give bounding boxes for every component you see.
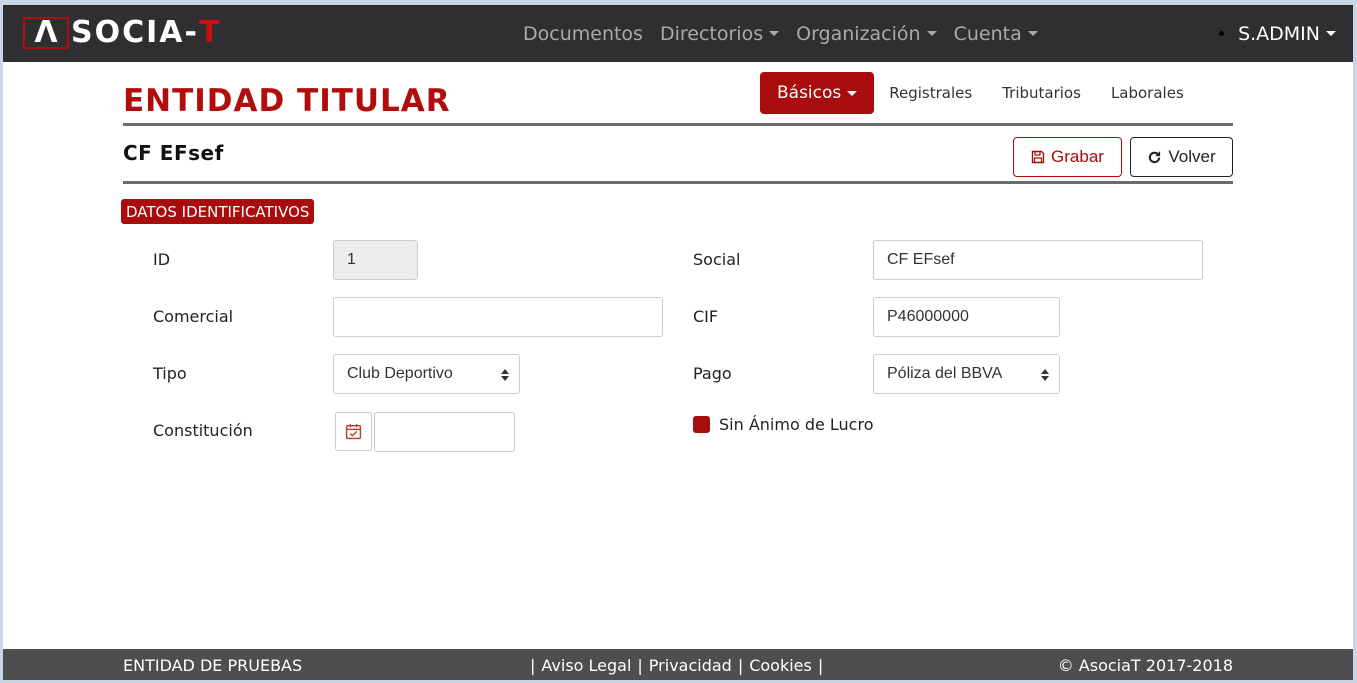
nav-organizacion-label: Organización [796, 22, 921, 45]
footer-entity: ENTIDAD DE PRUEBAS [123, 656, 303, 675]
save-button-label: Grabar [1051, 147, 1104, 166]
floppy-disk-icon [1031, 150, 1045, 164]
logo-mark: Λ [23, 17, 69, 49]
cif-input[interactable]: P46000000 [873, 297, 1060, 337]
footer-separator: | [637, 656, 643, 675]
tab-basicos-label: Básicos [777, 83, 842, 103]
social-input[interactable]: CF EFsef [873, 240, 1203, 280]
select-arrows-icon [501, 368, 509, 382]
constitucion-date-input[interactable] [374, 412, 515, 452]
calendar-icon [345, 424, 362, 440]
id-label: ID [153, 250, 171, 269]
constitucion-label: Constitución [153, 421, 253, 440]
app-logo[interactable]: Λ SOCIA- T [23, 17, 219, 49]
logo-text: SOCIA- [71, 15, 199, 50]
tipo-value: Club Deportivo [347, 365, 453, 382]
tab-registrales-label: Registrales [889, 84, 973, 102]
entity-name: CF EFsef [123, 141, 224, 165]
nav-organizacion[interactable]: Organización [796, 22, 937, 45]
calendar-button[interactable] [335, 412, 372, 451]
link-privacidad[interactable]: Privacidad [649, 656, 732, 675]
tab-tributarios-label: Tributarios [1002, 84, 1081, 102]
caret-down-icon [1027, 31, 1038, 36]
id-value: 1 [347, 251, 356, 268]
nav-cuenta[interactable]: Cuenta [954, 23, 1038, 45]
user-name: S.ADMIN [1238, 22, 1320, 45]
pago-select[interactable]: Póliza del BBVA [873, 354, 1060, 394]
caret-down-icon [769, 31, 780, 36]
pago-label: Pago [693, 364, 732, 383]
comercial-label: Comercial [153, 307, 234, 326]
user-menu[interactable]: S.ADMIN [1219, 5, 1336, 62]
section-tabs: Básicos Registrales Tributarios Laborale… [760, 72, 1199, 114]
social-label: Social [693, 250, 741, 269]
nav-documentos[interactable]: Documentos [523, 23, 643, 45]
back-button[interactable]: Volver [1130, 137, 1233, 177]
toolbar-divider [123, 181, 1233, 184]
footer-separator: | [817, 656, 824, 675]
nav-cuenta-label: Cuenta [953, 22, 1022, 45]
footer: ENTIDAD DE PRUEBAS | Aviso Legal | Priva… [3, 649, 1353, 680]
footer-copyright: © AsociaT 2017-2018 [1057, 656, 1233, 675]
nav-documentos-label: Documentos [523, 22, 643, 45]
tipo-select[interactable]: Club Deportivo [333, 354, 520, 394]
sin-animo-checkbox[interactable] [693, 416, 710, 433]
select-arrows-icon [1041, 368, 1049, 382]
back-button-label: Volver [1168, 147, 1216, 166]
id-field: 1 [333, 240, 418, 280]
tab-tributarios[interactable]: Tributarios [987, 72, 1096, 114]
cif-value: P46000000 [887, 308, 969, 325]
caret-down-icon [847, 90, 858, 96]
section-badge: DATOS IDENTIFICATIVOS [121, 199, 315, 224]
tab-laborales[interactable]: Laborales [1096, 72, 1199, 114]
tab-laborales-label: Laborales [1110, 84, 1184, 102]
footer-separator: | [530, 656, 536, 675]
comercial-input[interactable] [333, 297, 663, 337]
cif-label: CIF [693, 307, 719, 326]
logo-t: T [198, 15, 220, 50]
link-aviso-legal[interactable]: Aviso Legal [541, 656, 631, 675]
footer-links: | Aviso Legal | Privacidad | Cookies | [530, 656, 823, 675]
status-dot-icon [1219, 31, 1225, 36]
top-navbar: Λ SOCIA- T Documentos Directorios Organi… [3, 5, 1353, 62]
tab-registrales[interactable]: Registrales [874, 72, 987, 114]
footer-separator: | [737, 656, 744, 675]
caret-down-icon [926, 31, 937, 36]
nav-directorios-label: Directorios [659, 22, 764, 45]
nav-directorios[interactable]: Directorios [659, 22, 780, 45]
link-cookies[interactable]: Cookies [749, 656, 812, 675]
main-menu: Documentos Directorios Organización Cuen… [523, 5, 1038, 62]
save-button[interactable]: Grabar [1013, 137, 1122, 177]
refresh-icon [1149, 150, 1161, 163]
social-value: CF EFsef [887, 251, 955, 268]
app-window: Λ SOCIA- T Documentos Directorios Organi… [3, 5, 1353, 680]
sin-animo-label: Sin Ánimo de Lucro [719, 415, 874, 434]
header-divider [123, 123, 1233, 126]
page-title: ENTIDAD TITULAR [123, 83, 451, 119]
pago-value: Póliza del BBVA [887, 365, 1003, 382]
caret-down-icon [1326, 31, 1336, 36]
tipo-label: Tipo [153, 364, 187, 383]
tab-basicos[interactable]: Básicos [760, 72, 875, 114]
